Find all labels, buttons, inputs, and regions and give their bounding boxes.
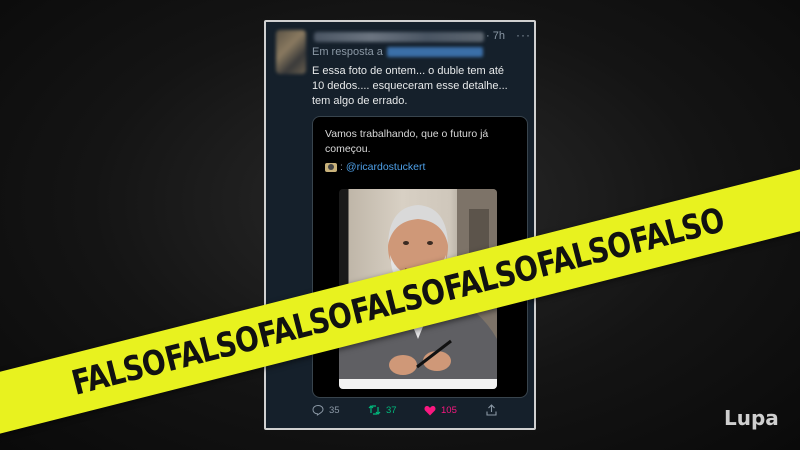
like-button[interactable]: 105 [424, 405, 486, 416]
reply-context: Em resposta a [312, 46, 483, 58]
heart-icon [424, 405, 436, 415]
camera-icon [325, 162, 337, 172]
reply-handle-blurred[interactable] [386, 47, 483, 57]
quoted-tweet-text: Vamos trabalhando, que o futuro já começ… [325, 128, 489, 155]
tweet-text-line: tem algo de errado. [312, 95, 408, 107]
tweet-text-line: 10 dedos.... esqueceram esse detalhe... [312, 80, 508, 92]
tape-word: FALSO [347, 270, 449, 334]
more-options-button[interactable]: ··· [516, 28, 531, 42]
retweet-button[interactable]: 37 [368, 404, 424, 416]
retweet-count: 37 [386, 404, 397, 416]
tape-word: FALSO [626, 200, 729, 263]
username-blurred[interactable] [314, 32, 484, 42]
avatar-blurred[interactable] [276, 30, 306, 74]
reply-button[interactable]: 35 [312, 404, 368, 416]
retweet-icon [368, 405, 381, 415]
reply-count: 35 [329, 404, 340, 416]
share-button[interactable] [486, 404, 506, 416]
tweet-text-line: E essa foto de ontem... o duble tem até [312, 65, 505, 77]
tweet-actions: 35 37 105 [312, 402, 532, 418]
tape-word: FALSO [67, 341, 170, 404]
quoted-photo-credit: : @ricardostuckert [325, 161, 425, 173]
like-count: 105 [441, 404, 457, 416]
tape-word: FALSO [440, 247, 542, 310]
reply-icon [312, 404, 324, 416]
tweet-time: · 7h [486, 30, 505, 42]
lupa-logo: Lupa [724, 406, 779, 430]
reply-prefix: Em resposta a [312, 46, 383, 58]
share-icon [486, 404, 497, 416]
tape-word: FALSO [533, 223, 635, 286]
tweet-card: · 7h ··· Em resposta a E essa foto de on… [264, 20, 536, 430]
tape-word: FALSO [160, 318, 263, 381]
credit-separator: : [340, 161, 343, 173]
quoted-handle-link[interactable]: @ricardostuckert [346, 161, 426, 173]
tape-word: FALSO [254, 294, 356, 357]
tweet-text: E essa foto de ontem... o duble tem até … [312, 64, 530, 109]
